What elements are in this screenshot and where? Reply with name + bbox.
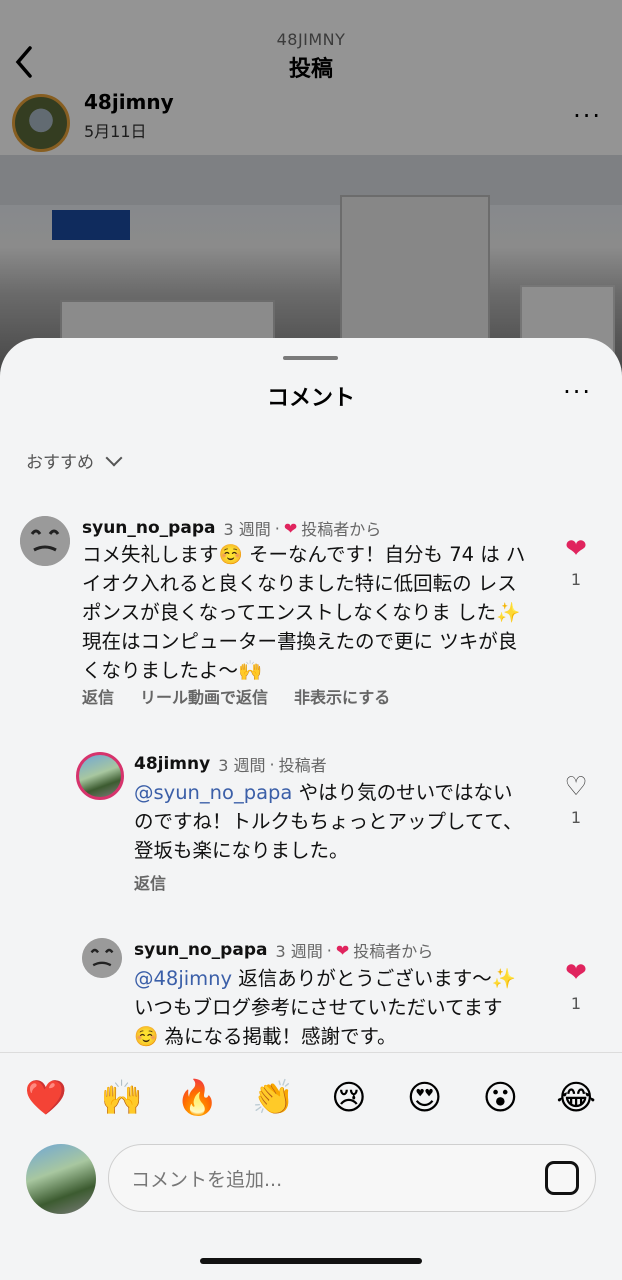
like-count: 1 — [570, 808, 582, 827]
comment-time: 3 週間 — [218, 756, 266, 775]
author-heart-icon: ❤ — [335, 940, 350, 960]
drag-handle[interactable] — [283, 356, 338, 360]
my-avatar — [26, 1144, 96, 1214]
comment-actions: 返信 — [134, 870, 166, 894]
comment-text: @syun_no_papa やはり気のせいではないのですね！トルクもちょっとアッ… — [134, 778, 526, 865]
comment-text: @48jimny 返信ありがとうございます〜✨ いつもブログ参考にさせていただい… — [134, 964, 526, 1051]
sort-label: おすすめ — [26, 453, 94, 473]
avatar[interactable] — [82, 938, 122, 978]
chevron-down-icon — [105, 449, 123, 466]
comment-input[interactable]: コメントを追加... — [108, 1144, 596, 1212]
comment-meta: syun_no_papa 3 週間 · ❤ 投稿者から — [134, 938, 433, 962]
emoji-crying[interactable]: 😢 — [319, 1078, 379, 1118]
comment-username[interactable]: syun_no_papa — [82, 518, 215, 538]
mention-link[interactable]: @syun_no_papa — [134, 781, 292, 804]
emoji-heart[interactable]: ❤️ — [16, 1078, 76, 1118]
emoji-raised-hands[interactable]: 🙌 — [92, 1078, 152, 1118]
sticker-icon[interactable] — [545, 1161, 579, 1195]
reel-reply-button[interactable]: リール動画で返信 — [140, 684, 268, 708]
input-placeholder: コメントを追加... — [131, 1168, 283, 1191]
sort-dropdown[interactable]: おすすめ — [26, 448, 123, 473]
heart-icon: ❤ — [565, 958, 587, 988]
face-avatar-icon — [82, 938, 122, 978]
comment-time: 3 週間 — [275, 942, 323, 961]
hide-button[interactable]: 非表示にする — [294, 684, 390, 708]
like-button[interactable]: ❤ 1 — [556, 960, 596, 1013]
comment-item: syun_no_papa 3 週間 · ❤ 投稿者から コメ失礼します☺️ そー… — [0, 508, 622, 718]
reply-button[interactable]: 返信 — [134, 870, 166, 894]
comment-actions: 返信 リール動画で返信 非表示にする — [82, 684, 390, 708]
reply-item: syun_no_papa 3 週間 · ❤ 投稿者から @48jimny 返信あ… — [0, 934, 622, 1054]
reply-button[interactable]: 返信 — [82, 684, 114, 708]
sheet-more-icon[interactable]: ··· — [563, 378, 592, 406]
emoji-clap[interactable]: 👏 — [243, 1078, 303, 1118]
comment-meta: 48jimny 3 週間 · 投稿者 — [134, 752, 327, 776]
sheet-title: コメント — [266, 386, 355, 411]
emoji-laughing[interactable]: 😂 — [546, 1078, 606, 1118]
emoji-fire[interactable]: 🔥 — [167, 1078, 227, 1118]
comment-text: コメ失礼します☺️ そーなんです！自分も 74 は ハイオク入れると良くなりまし… — [82, 543, 526, 682]
author-role: 投稿者 — [278, 756, 327, 775]
comment-username[interactable]: syun_no_papa — [134, 940, 267, 960]
emoji-surprised[interactable]: 😮 — [470, 1078, 530, 1118]
meta-dot: · — [326, 940, 332, 960]
meta-dot: · — [274, 518, 280, 538]
face-avatar-icon — [20, 516, 70, 566]
home-indicator[interactable] — [200, 1258, 422, 1264]
from-author-label: 投稿者から — [353, 942, 434, 961]
emoji-bar: ❤️ 🙌 🔥 👏 😢 😍 😮 😂 — [0, 1052, 622, 1142]
like-button[interactable]: ♡ 1 — [556, 774, 596, 827]
comment-username[interactable]: 48jimny — [134, 754, 210, 774]
meta-dot: · — [269, 754, 275, 774]
like-count: 1 — [570, 570, 582, 589]
comment-input-row: コメントを追加... — [0, 1142, 622, 1280]
author-heart-icon: ❤ — [283, 518, 298, 538]
avatar[interactable] — [76, 752, 124, 800]
heart-icon: ❤ — [565, 534, 587, 564]
mention-link[interactable]: @48jimny — [134, 967, 232, 990]
emoji-heart-eyes[interactable]: 😍 — [395, 1078, 455, 1118]
like-button[interactable]: ❤ 1 — [556, 536, 596, 589]
heart-outline-icon: ♡ — [564, 772, 588, 802]
avatar[interactable] — [20, 516, 70, 566]
comment-meta: syun_no_papa 3 週間 · ❤ 投稿者から — [82, 516, 381, 540]
from-author-label: 投稿者から — [301, 520, 382, 539]
comment-time: 3 週間 — [223, 520, 271, 539]
reply-item: 48jimny 3 週間 · 投稿者 @syun_no_papa やはり気のせい… — [0, 746, 622, 906]
like-count: 1 — [570, 994, 582, 1013]
